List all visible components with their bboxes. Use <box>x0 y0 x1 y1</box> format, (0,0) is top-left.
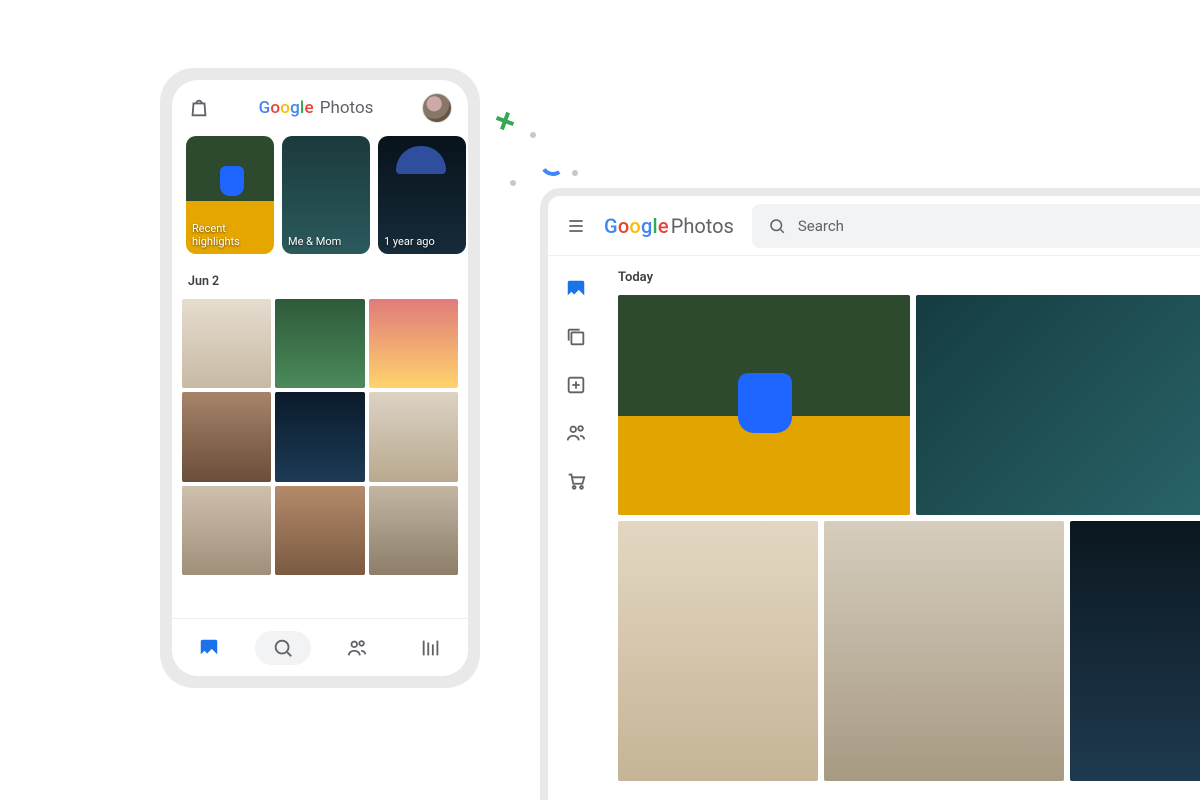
memories-carousel: Recent highlights Me & Mom 1 year ago <box>172 136 468 260</box>
menu-icon[interactable] <box>566 216 586 236</box>
photo-thumbnail[interactable] <box>618 521 818 781</box>
photo-thumbnail[interactable] <box>369 486 458 575</box>
desktop-header: Google Photos Search <box>548 196 1200 256</box>
nav-sharing[interactable] <box>329 631 385 665</box>
google-logo-text: Google <box>259 98 314 118</box>
photos-icon[interactable] <box>565 278 587 300</box>
date-section-label: Today <box>618 270 1200 295</box>
app-title: Google Photos <box>259 98 374 118</box>
decorative-plus <box>496 112 514 130</box>
photos-icon <box>198 637 220 659</box>
memory-caption: Me & Mom <box>288 235 364 248</box>
phone-screen: Google Photos Recent highlights Me & Mom… <box>172 80 468 676</box>
people-icon[interactable] <box>565 422 587 444</box>
memory-card-one-year-ago[interactable]: 1 year ago <box>378 136 466 254</box>
account-avatar[interactable] <box>422 93 452 123</box>
photo-thumbnail[interactable] <box>275 392 364 481</box>
photo-thumbnail[interactable] <box>916 295 1200 515</box>
decorative-arc <box>538 148 568 178</box>
stack-icon[interactable] <box>565 326 587 348</box>
app-title-suffix: Photos <box>669 214 734 238</box>
library-icon <box>420 637 442 659</box>
cart-icon[interactable] <box>565 470 587 492</box>
google-logo-text: Google <box>604 214 669 238</box>
desktop-window: Google Photos Search Today <box>540 188 1200 800</box>
nav-library[interactable] <box>403 631 459 665</box>
photo-thumbnail[interactable] <box>182 486 271 575</box>
decorative-dot <box>510 180 516 186</box>
search-placeholder: Search <box>798 217 844 235</box>
date-section-label: Jun 2 <box>172 260 468 299</box>
phone-bottom-nav <box>172 618 468 676</box>
nav-photos[interactable] <box>181 631 237 665</box>
photo-grid <box>172 299 468 575</box>
search-bar[interactable]: Search <box>752 204 1200 248</box>
memory-caption: 1 year ago <box>384 235 460 248</box>
app-title: Google Photos <box>604 214 734 238</box>
photo-thumbnail[interactable] <box>275 299 364 388</box>
photo-thumbnail[interactable] <box>369 299 458 388</box>
photo-thumbnail[interactable] <box>824 521 1064 781</box>
desktop-main: Today <box>604 256 1200 800</box>
photo-thumbnail[interactable] <box>182 392 271 481</box>
phone-frame: Google Photos Recent highlights Me & Mom… <box>160 68 480 688</box>
search-icon <box>272 637 294 659</box>
nav-search[interactable] <box>255 631 311 665</box>
phone-header: Google Photos <box>172 80 468 136</box>
photo-thumbnail[interactable] <box>182 299 271 388</box>
memory-caption: Recent highlights <box>192 222 268 248</box>
search-icon <box>768 217 786 235</box>
app-title-suffix: Photos <box>318 98 374 118</box>
memory-card-recent-highlights[interactable]: Recent highlights <box>186 136 274 254</box>
people-icon <box>346 637 368 659</box>
memory-card-me-and-mom[interactable]: Me & Mom <box>282 136 370 254</box>
photo-thumbnail[interactable] <box>275 486 364 575</box>
shopping-bag-icon[interactable] <box>188 97 210 119</box>
photo-thumbnail[interactable] <box>1070 521 1200 781</box>
plus-box-icon[interactable] <box>565 374 587 396</box>
desktop-sidebar <box>548 256 604 800</box>
photo-thumbnail[interactable] <box>369 392 458 481</box>
photo-thumbnail[interactable] <box>618 295 910 515</box>
decorative-dot <box>572 170 578 176</box>
decorative-dot <box>530 132 536 138</box>
